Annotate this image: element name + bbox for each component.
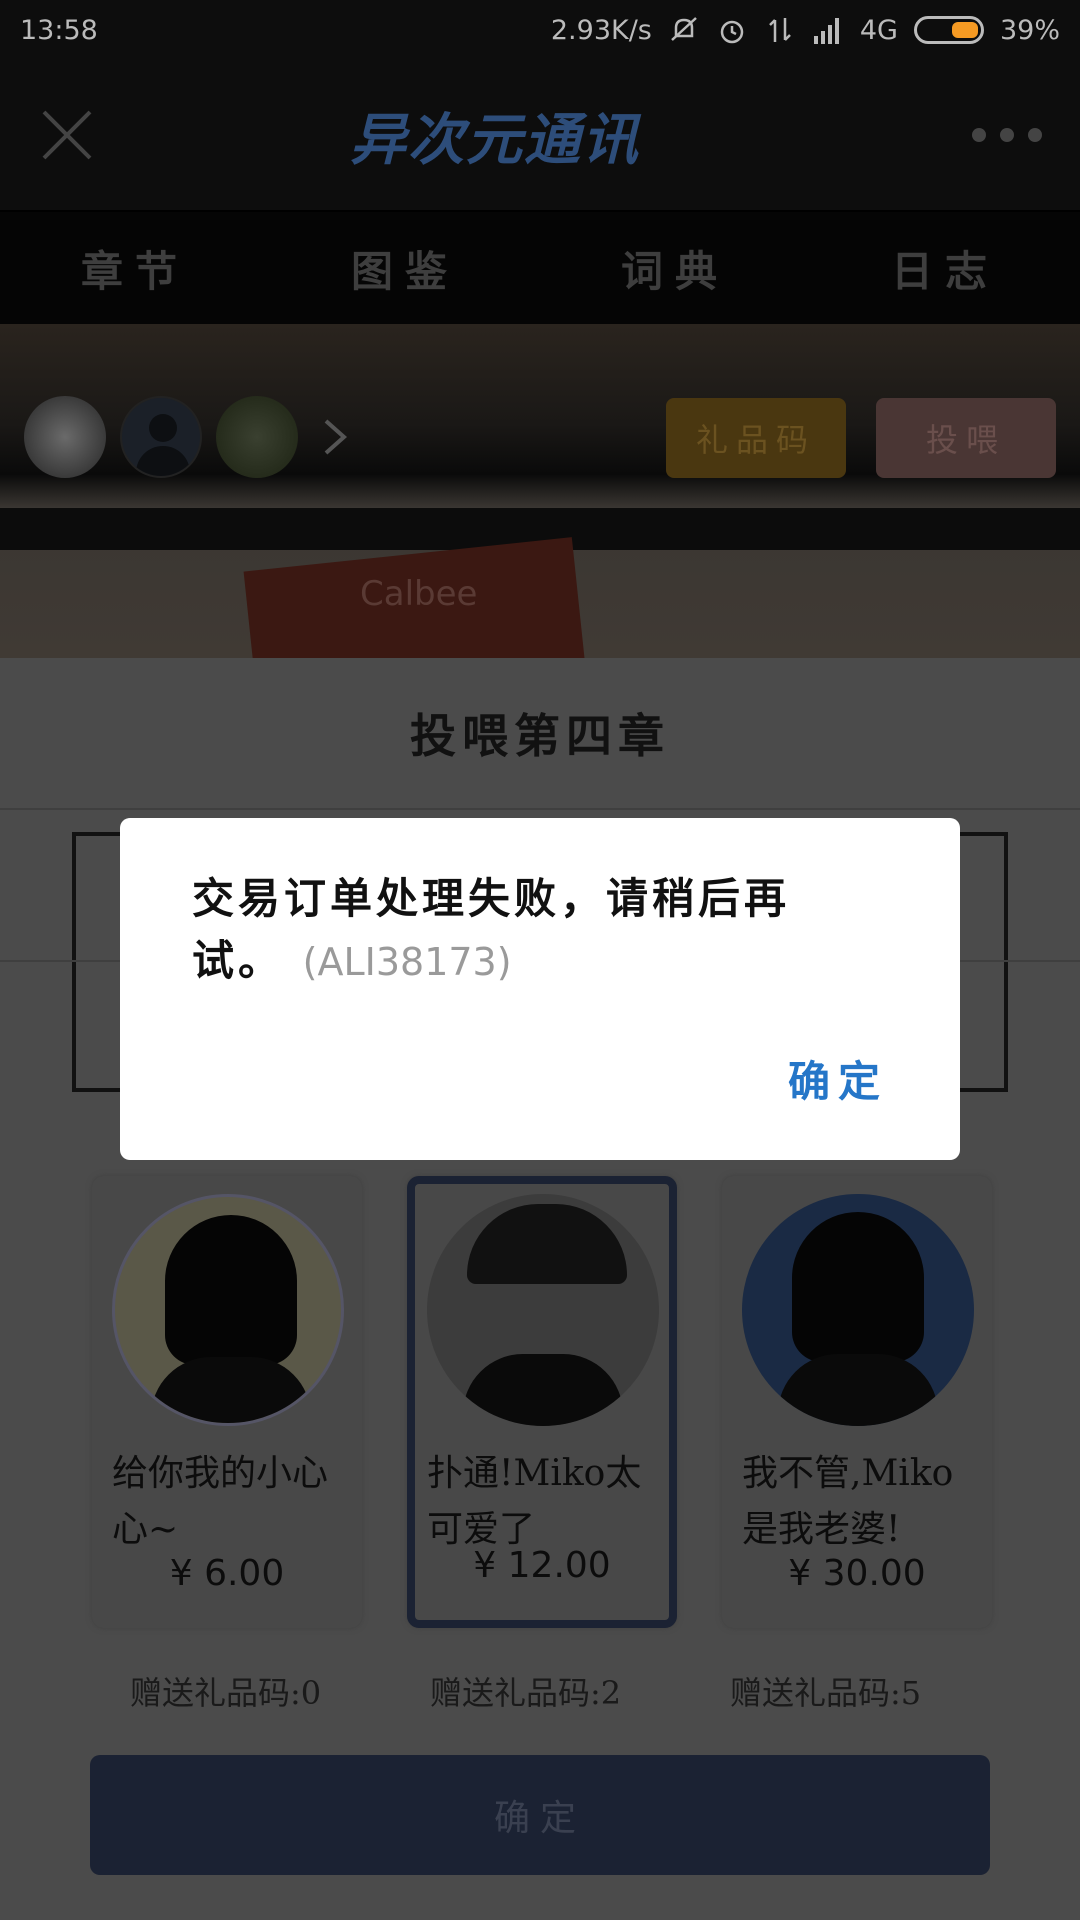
- more-icon[interactable]: [972, 128, 1042, 142]
- avatar: [24, 396, 106, 478]
- net-speed: 2.93K/s: [550, 14, 652, 46]
- tab-dictionary[interactable]: 词典: [540, 212, 810, 324]
- status-right: 2.93K/s 4G 39%: [551, 14, 1060, 46]
- gift-code-button[interactable]: 礼品码: [666, 398, 846, 478]
- supporter-avatars[interactable]: [24, 396, 350, 478]
- option-avatar: [427, 1194, 659, 1426]
- sheet-title: 投喂第四章: [0, 658, 1080, 810]
- banner: Calbee 礼品码 投喂: [0, 324, 1080, 658]
- option-avatar: [742, 1194, 974, 1426]
- dialog-ok-button[interactable]: 确定: [788, 1048, 888, 1109]
- app-logo: 异次元通讯: [350, 107, 640, 173]
- option-cards: 给你我的小心心~ ¥ 6.00 扑通!Miko太可爱了 ¥ 12.00 我不管,…: [92, 1176, 992, 1628]
- tab-chapters[interactable]: 章节: [0, 212, 270, 324]
- status-bar: 13:58 2.93K/s 4G 39%: [0, 0, 1080, 60]
- title-bar: 异次元通讯: [0, 60, 1080, 210]
- feed-button[interactable]: 投喂: [876, 398, 1056, 478]
- option-avatar: [112, 1194, 344, 1426]
- option-desc: 给你我的小心心~: [112, 1453, 329, 1550]
- signal-icon: [813, 18, 839, 44]
- error-dialog: 交易订单处理失败，请稍后再试。 (ALI38173) 确定: [120, 818, 960, 1160]
- option-desc: 我不管,Miko是我老婆!: [742, 1453, 954, 1550]
- battery-level: 39%: [999, 14, 1060, 46]
- confirm-button[interactable]: 确定: [90, 1755, 990, 1875]
- option-price: ¥ 12.00: [473, 1545, 611, 1586]
- tab-log[interactable]: 日志: [810, 212, 1080, 324]
- data-transfer-icon: [768, 18, 791, 42]
- dialog-message: 交易订单处理失败，请稍后再试。 (ALI38173): [192, 868, 832, 993]
- status-time: 13:58: [20, 14, 98, 46]
- tab-gallery[interactable]: 图鉴: [270, 212, 540, 324]
- option-bonus-1: 赠送礼品码:0: [130, 1674, 322, 1712]
- alarm-icon: [720, 20, 744, 44]
- mute-icon: [671, 17, 697, 41]
- option-bonus-2: 赠送礼品码:2: [430, 1674, 622, 1712]
- close-icon[interactable]: [40, 108, 94, 162]
- option-bonus-3: 赠送礼品码:5: [730, 1674, 922, 1712]
- option-card-2[interactable]: 扑通!Miko太可爱了 ¥ 12.00: [407, 1176, 677, 1628]
- option-card-3[interactable]: 我不管,Miko是我老婆! ¥ 30.00: [722, 1176, 992, 1628]
- option-price: ¥ 6.00: [169, 1553, 285, 1594]
- network-type: 4G: [859, 14, 898, 46]
- avatar: [120, 396, 202, 478]
- battery-icon: [913, 16, 984, 44]
- option-price: ¥ 30.00: [788, 1553, 926, 1594]
- banner-card-text: Calbee: [360, 574, 478, 614]
- error-code: (ALI38173): [302, 940, 512, 984]
- chevron-right-icon[interactable]: [320, 417, 350, 457]
- option-card-1[interactable]: 给你我的小心心~ ¥ 6.00: [92, 1176, 362, 1628]
- option-desc: 扑通!Miko太可爱了: [427, 1453, 642, 1550]
- feed-button-label: 投喂: [925, 421, 1006, 459]
- tab-bar: 章节 图鉴 词典 日志: [0, 212, 1080, 324]
- avatar: [216, 396, 298, 478]
